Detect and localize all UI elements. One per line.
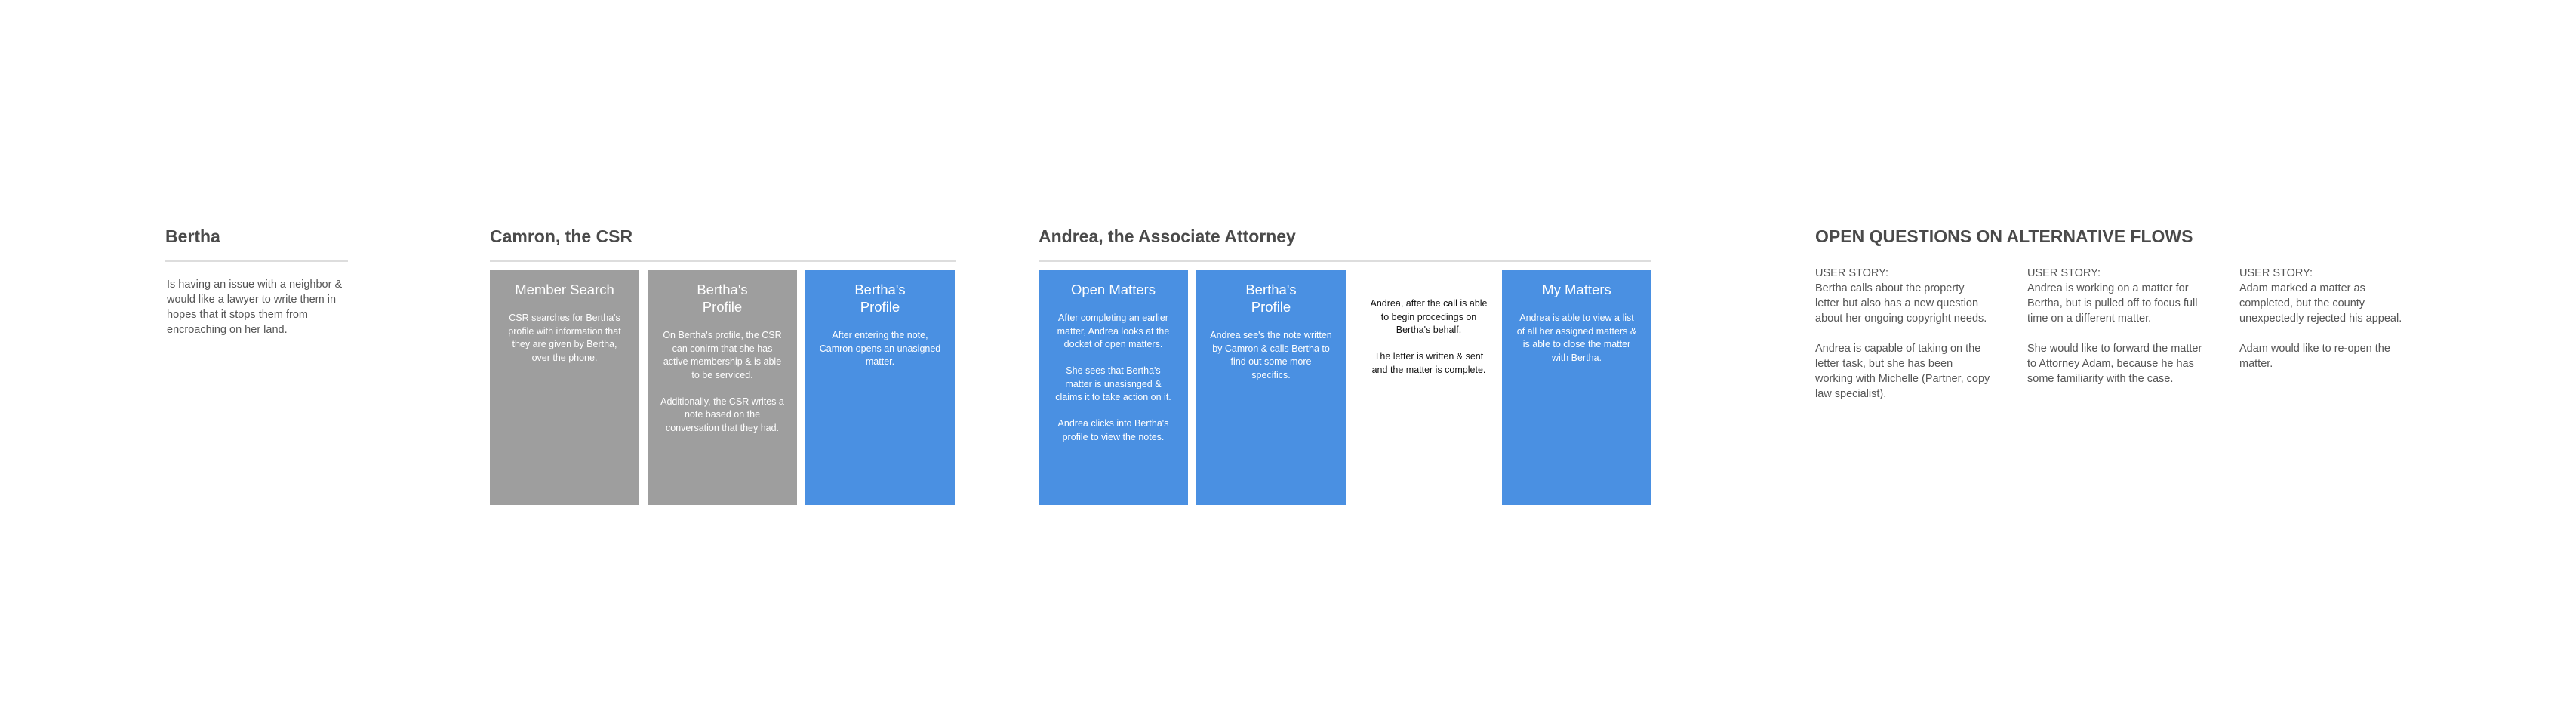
user-story-text: Andrea is working on a matter for Bertha… [2027, 282, 2202, 385]
card-body: Andrea is able to view a list of all her… [1516, 313, 1637, 363]
card-title: Member Search [515, 282, 614, 297]
card-body: On Bertha's profile, the CSR can conirm … [660, 330, 784, 433]
card-title: Bertha's Profile [697, 282, 748, 315]
user-story-text: Bertha calls about the property letter b… [1815, 282, 1990, 400]
card-body: CSR searches for Bertha's profile with i… [508, 313, 621, 363]
card-body: Andrea see's the note written by Camron … [1210, 330, 1332, 380]
user-story-label: USER STORY: [1815, 267, 1888, 279]
attorney-card-my-matters: My Matters Andrea is able to view a list… [1502, 270, 1651, 505]
bertha-divider [165, 260, 348, 262]
csr-title: Camron, the CSR [490, 226, 633, 246]
attorney-title: Andrea, the Associate Attorney [1039, 226, 1296, 246]
csr-card-bertha-profile-open-matter: Bertha's Profile After entering the note… [805, 270, 955, 505]
attorney-card-open-matters: Open Matters After completing an earlier… [1039, 270, 1188, 505]
attorney-card-letter-written: Andrea, after the call is able to begin … [1354, 270, 1503, 505]
csr-card-bertha-profile: Bertha's Profile On Bertha's profile, th… [648, 270, 797, 505]
user-story: USER STORY: Bertha calls about the prope… [1815, 266, 2013, 402]
attorney-card-bertha-profile: Bertha's Profile Andrea see's the note w… [1196, 270, 1346, 505]
bertha-title: Bertha [165, 226, 220, 246]
user-story-label: USER STORY: [2239, 267, 2313, 279]
card-title: Bertha's Profile [1245, 282, 1297, 315]
open-questions-title: OPEN QUESTIONS ON ALTERNATIVE FLOWS [1815, 226, 2193, 246]
bertha-description: Is having an issue with a neighbor & wou… [167, 279, 343, 336]
card-body: Andrea, after the call is able to begin … [1370, 298, 1488, 375]
csr-divider [490, 260, 956, 262]
card-title: Open Matters [1070, 282, 1156, 297]
card-body: After completing an earlier matter, Andr… [1055, 313, 1171, 442]
card-body: After entering the note, Camron opens an… [819, 330, 941, 367]
card-title: Bertha's Profile [854, 282, 906, 315]
csr-card-member-search: Member Search CSR searches for Bertha's … [490, 270, 639, 505]
user-story: USER STORY: Adam marked a matter as comp… [2239, 266, 2437, 371]
user-story-label: USER STORY: [2027, 267, 2101, 279]
user-story: USER STORY: Andrea is working on a matte… [2027, 266, 2225, 386]
attorney-divider [1039, 260, 1651, 262]
card-title: My Matters [1542, 282, 1611, 297]
user-story-text: Adam marked a matter as completed, but t… [2239, 282, 2402, 370]
